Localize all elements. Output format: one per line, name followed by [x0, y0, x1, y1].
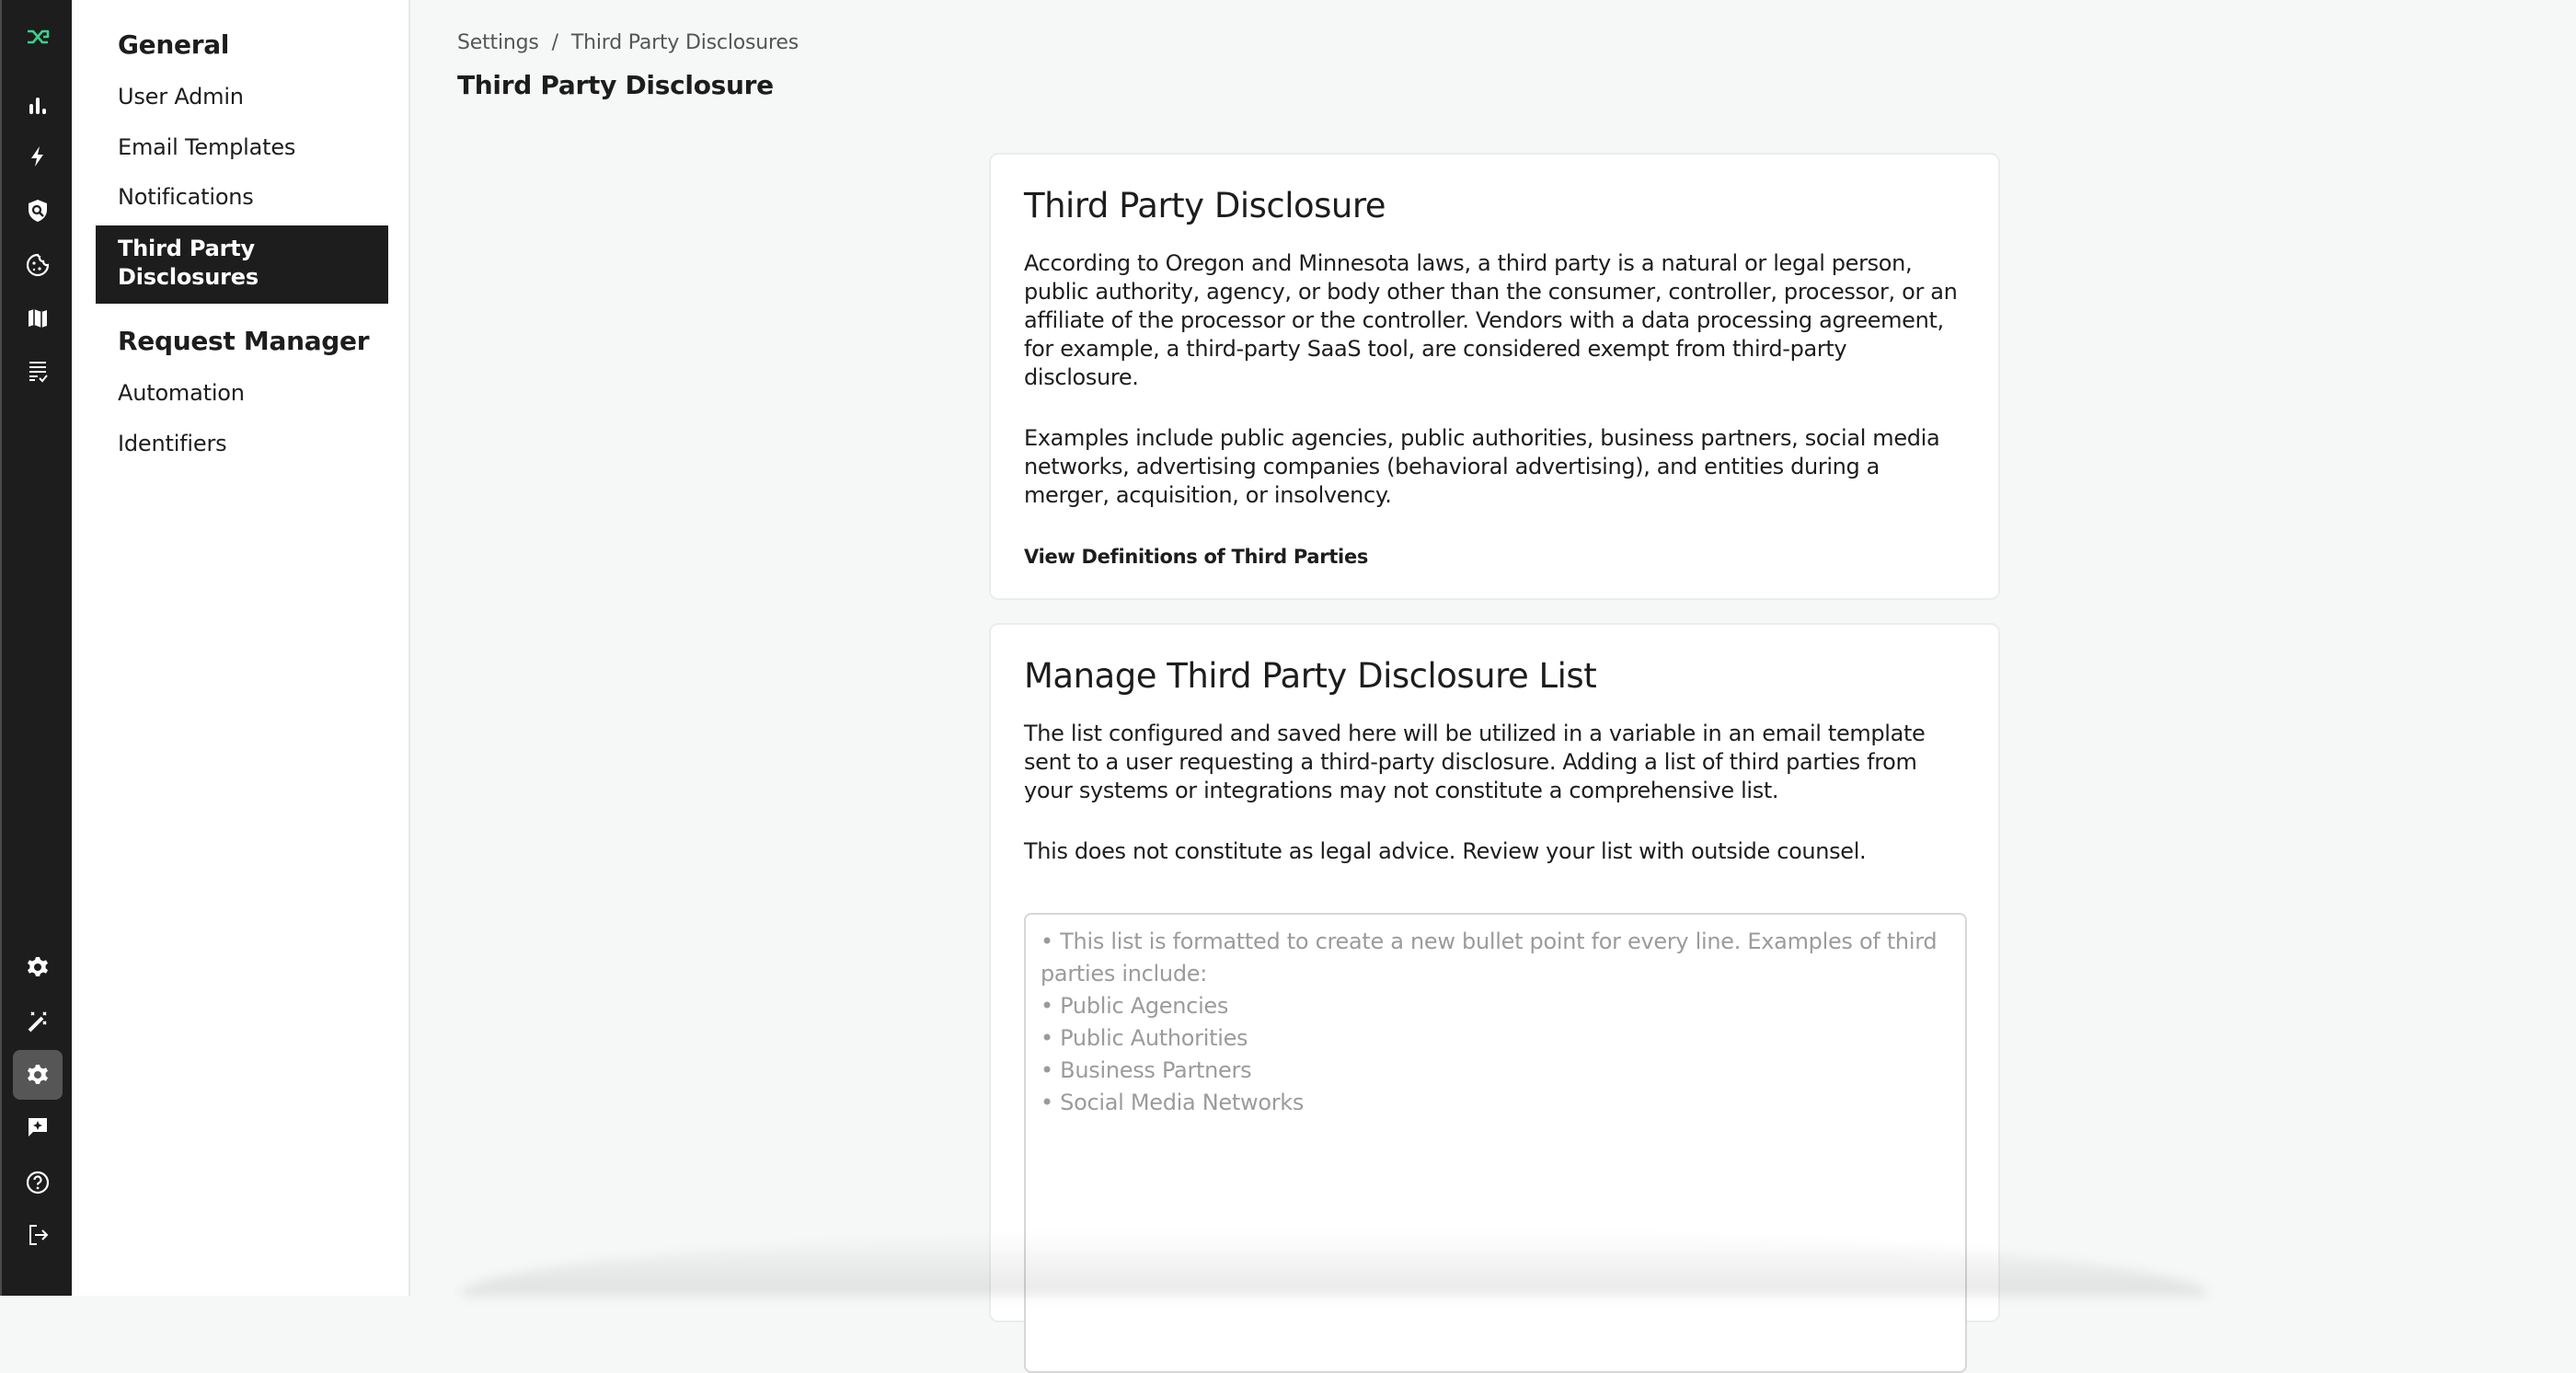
logout-icon — [29, 1225, 49, 1245]
bar-chart-icon — [29, 98, 46, 114]
rail-logout[interactable] — [13, 1210, 63, 1260]
gear-icon — [28, 957, 48, 976]
rail-dashboard[interactable] — [13, 81, 63, 131]
list-usage-paragraph: The list configured and saved here will … — [1024, 721, 1926, 803]
rail-settings[interactable] — [13, 1050, 63, 1100]
section-heading-request-manager: Request Manager — [118, 326, 370, 356]
shield-search-icon — [29, 200, 47, 222]
page-title: Third Party Disclosure — [457, 70, 774, 100]
logo-button[interactable] — [13, 12, 63, 62]
disclosure-info-card: Third Party Disclosure According to Oreg… — [989, 153, 2000, 600]
settings-subnav: General User Admin Email Templates Notif… — [72, 0, 410, 1296]
rail-help[interactable] — [13, 1158, 63, 1207]
nav-item-third-party-disclosures[interactable]: Third Party Disclosures — [96, 225, 388, 304]
breadcrumb: Settings / Third Party Disclosures — [457, 31, 799, 54]
examples-paragraph: Examples include public agencies, public… — [1024, 425, 1940, 508]
breadcrumb-settings[interactable]: Settings — [457, 31, 539, 54]
magic-wand-icon — [28, 1011, 47, 1033]
list-check-icon — [29, 362, 48, 383]
dx-logo-icon — [28, 29, 50, 44]
chat-sparkle-icon — [29, 1118, 47, 1136]
rail-privacy-scan[interactable] — [13, 186, 63, 236]
lightning-icon — [31, 146, 43, 167]
section-heading-general: General — [118, 29, 230, 60]
gear-icon — [28, 1065, 48, 1084]
third-party-list-textarea[interactable] — [1024, 913, 1967, 1373]
map-icon — [29, 309, 47, 328]
view-definitions-link[interactable]: View Definitions of Third Parties — [1024, 546, 1965, 568]
nav-item-automation[interactable]: Automation — [96, 380, 388, 406]
rail-consent[interactable] — [13, 240, 63, 290]
breadcrumb-current: Third Party Disclosures — [570, 31, 799, 54]
definition-paragraph: According to Oregon and Minnesota laws, … — [1024, 250, 1958, 390]
rail-requests[interactable] — [13, 346, 63, 396]
nav-item-email-templates[interactable]: Email Templates — [96, 134, 388, 160]
breadcrumb-separator: / — [551, 31, 558, 54]
help-circle-icon — [26, 1171, 50, 1194]
cookie-icon — [26, 253, 50, 277]
rail-automation[interactable] — [13, 132, 63, 181]
card-title: Manage Third Party Disclosure List — [1024, 656, 1597, 696]
card-title: Third Party Disclosure — [1024, 186, 1386, 225]
icon-rail — [0, 0, 72, 1296]
legal-disclaimer: This does not constitute as legal advice… — [1024, 838, 1867, 864]
rail-settings-general[interactable] — [13, 942, 63, 992]
rail-integrations[interactable] — [13, 997, 63, 1046]
rail-feedback[interactable] — [13, 1102, 63, 1152]
manage-list-card: Manage Third Party Disclosure List The l… — [989, 623, 2000, 1373]
rail-data-map[interactable] — [13, 294, 63, 343]
nav-item-identifiers[interactable]: Identifiers — [96, 431, 388, 456]
nav-item-notifications[interactable]: Notifications — [96, 184, 388, 210]
nav-item-user-admin[interactable]: User Admin — [96, 84, 388, 110]
